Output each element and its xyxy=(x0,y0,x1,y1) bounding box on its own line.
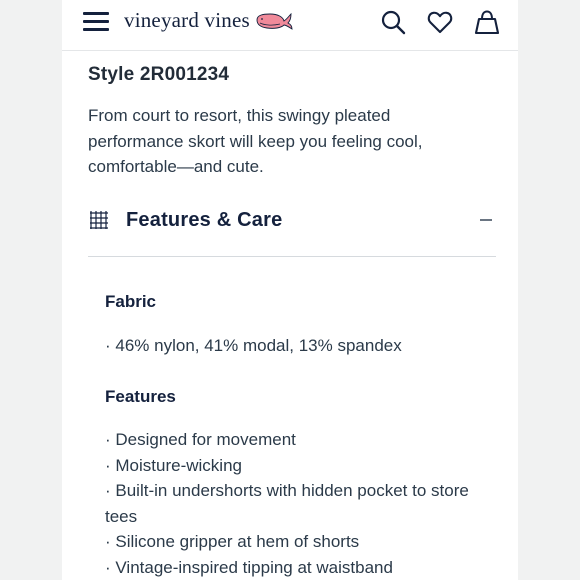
features-heading: Features xyxy=(105,387,176,406)
list-item: Vintage-inspired tipping at waistband xyxy=(105,555,500,580)
heart-icon[interactable] xyxy=(427,9,453,35)
list-item: Moisture-wicking xyxy=(105,453,500,479)
features-care-toggle[interactable]: Features & Care xyxy=(88,200,496,244)
left-margin xyxy=(0,0,62,580)
list-item: Designed for movement xyxy=(105,427,500,453)
minus-icon[interactable] xyxy=(480,219,492,221)
style-number: Style 2R001234 xyxy=(88,64,230,85)
fabric-heading: Fabric xyxy=(105,292,157,311)
brand-name: vineyard vines xyxy=(124,7,250,32)
menu-icon[interactable] xyxy=(83,10,109,34)
whale-logo-icon xyxy=(256,12,293,30)
list-item: 46% nylon, 41% modal, 13% spandex xyxy=(105,333,500,359)
bag-icon[interactable] xyxy=(474,9,500,35)
fabric-grid-icon xyxy=(90,211,108,229)
features-list: Designed for movement Moisture-wicking B… xyxy=(105,427,500,580)
product-description: From court to resort, this swingy pleate… xyxy=(88,106,423,176)
fabric-list: 46% nylon, 41% modal, 13% spandex xyxy=(105,333,500,359)
list-item: Silicone gripper at hem of shorts xyxy=(105,529,500,555)
section-divider xyxy=(88,256,496,257)
site-header: vineyard vines xyxy=(62,0,518,51)
product-page: vineyard vines Style 2R001234 From court… xyxy=(62,0,518,580)
search-icon[interactable] xyxy=(380,9,406,35)
right-margin xyxy=(518,0,580,580)
list-item: Built-in undershorts with hidden pocket … xyxy=(105,478,500,529)
features-care-title: Features & Care xyxy=(126,209,283,231)
brand-logo[interactable]: vineyard vines xyxy=(124,6,294,34)
